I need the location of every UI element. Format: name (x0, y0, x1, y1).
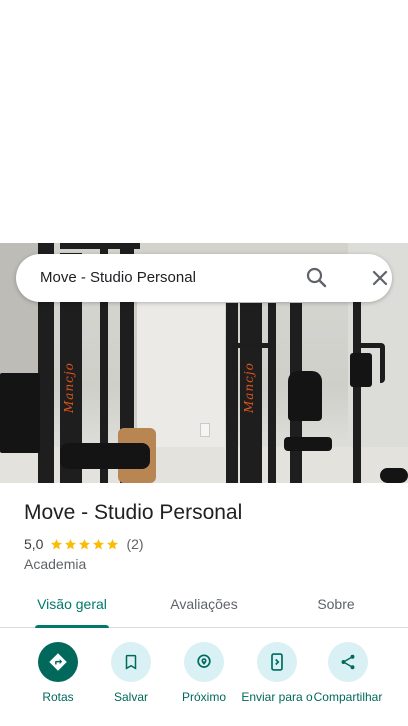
map-area (0, 0, 408, 243)
share-label: Compartilhar (313, 690, 383, 704)
machine-frame (60, 243, 140, 249)
machine-backrest (288, 371, 322, 421)
machine-handle (232, 343, 272, 373)
machine-seat (284, 437, 332, 451)
star-icon (93, 538, 105, 549)
search-bar[interactable]: Move - Studio Personal (16, 254, 392, 302)
place-title: Move - Studio Personal (24, 501, 243, 524)
floor-weight (380, 468, 408, 483)
star-icon (107, 538, 119, 549)
nearby-icon (184, 642, 224, 682)
tab-bar: Visão geral Avaliações Sobre (0, 584, 408, 628)
directions-icon (38, 642, 78, 682)
active-tab-indicator (35, 625, 109, 628)
photo-light-switch (200, 423, 210, 437)
directions-label: Rotas (42, 690, 74, 704)
share-button[interactable]: Compartilhar (308, 642, 388, 704)
nearby-button[interactable]: Próximo (164, 642, 244, 704)
send-to-phone-label: Enviar para o (241, 690, 313, 704)
search-icon[interactable] (303, 264, 331, 292)
tab-overview[interactable]: Visão geral (35, 596, 109, 612)
star-icon (51, 538, 63, 549)
machine-handle (355, 343, 385, 383)
star-icon (65, 538, 77, 549)
machine-frame (226, 303, 238, 483)
machine-bench (0, 373, 40, 453)
review-count[interactable]: (2) (126, 536, 143, 552)
directions-button[interactable]: Rotas (18, 642, 98, 704)
send-to-phone-icon (257, 642, 297, 682)
star-rating (50, 538, 120, 551)
machine-brand-label: Mancjo (62, 362, 76, 413)
place-category: Academia (24, 556, 87, 572)
search-input[interactable]: Move - Studio Personal (40, 269, 196, 286)
save-button[interactable]: Salvar (91, 642, 171, 704)
save-label: Salvar (113, 690, 148, 704)
bookmark-icon (111, 642, 151, 682)
machine-frame (353, 298, 361, 483)
machine-pad (60, 443, 150, 469)
send-to-phone-button[interactable]: Enviar para o (237, 642, 317, 704)
machine-cable (268, 303, 276, 483)
close-icon[interactable] (366, 264, 394, 292)
rating-value: 5,0 (24, 536, 44, 552)
star-icon (79, 538, 91, 549)
tab-about[interactable]: Sobre (306, 596, 366, 612)
tab-reviews[interactable]: Avaliações (164, 596, 244, 612)
nearby-label: Próximo (181, 690, 226, 704)
share-icon (328, 642, 368, 682)
rating-row[interactable]: 5,0 (2) (24, 536, 144, 552)
